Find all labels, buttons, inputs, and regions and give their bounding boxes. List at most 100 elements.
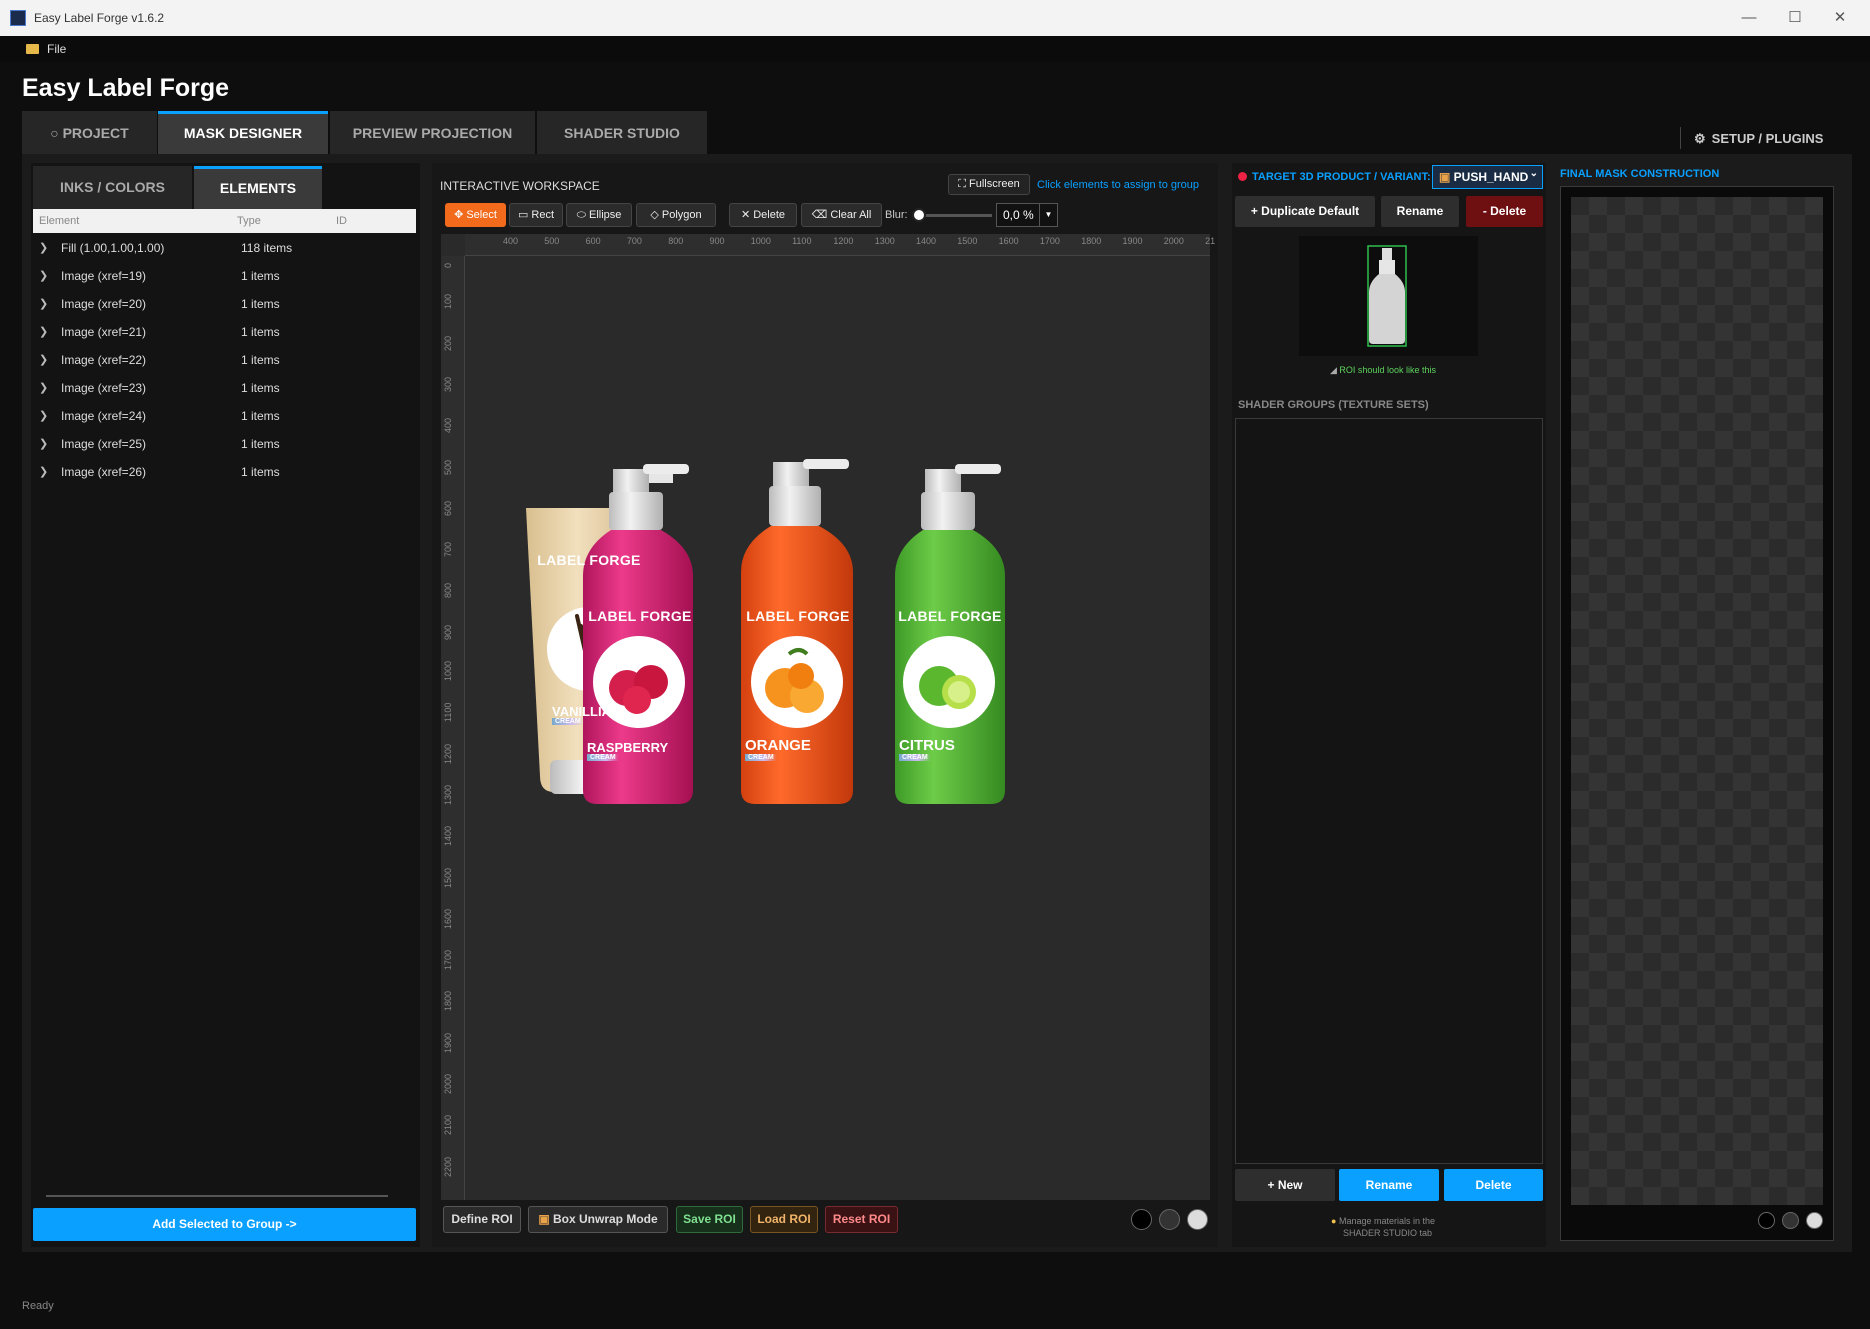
maximize-icon[interactable]: ☐ (1780, 6, 1810, 30)
ruler-tick-label: 400 (503, 236, 519, 246)
chevron-right-icon[interactable]: ❯ (39, 269, 48, 282)
element-name: Image (xref=20) (61, 297, 147, 311)
select-tool-button[interactable]: ✥ Select (445, 203, 506, 227)
tab-elements[interactable]: ELEMENTS (194, 166, 322, 209)
table-row[interactable]: ❯ Image (xref=25) 1 items (33, 430, 416, 458)
ruler-tick-label: 1700 (1039, 236, 1060, 246)
reset-roi-button[interactable]: Reset ROI (825, 1206, 898, 1233)
products-artwork (526, 459, 1005, 804)
ruler-tick-label: 600 (443, 500, 453, 516)
variant-select[interactable]: ▣ PUSH_HAND ⌄ (1432, 165, 1543, 189)
target-icon (1238, 172, 1247, 181)
ruler-tick-label: 1000 (443, 660, 453, 681)
mask-bg-gray-swatch[interactable] (1782, 1212, 1799, 1229)
chevron-right-icon[interactable]: ❯ (39, 353, 48, 366)
final-mask-canvas[interactable] (1571, 197, 1823, 1205)
add-selected-to-group-button[interactable]: Add Selected to Group -> (33, 1208, 416, 1241)
table-row[interactable]: ❯ Image (xref=21) 1 items (33, 318, 416, 346)
tab-project[interactable]: ○ PROJECT (22, 111, 157, 154)
ruler-tick-label: 1100 (443, 702, 453, 723)
chevron-right-icon[interactable]: ❯ (39, 297, 48, 310)
ruler-tick-label: 1000 (750, 236, 771, 246)
tab-preview-projection[interactable]: PREVIEW PROJECTION (330, 111, 535, 154)
variant-value: PUSH_HAND (1453, 170, 1529, 184)
ruler-tick-label: 2100 (443, 1115, 453, 1136)
shader-groups-label: SHADER GROUPS (TEXTURE SETS) (1238, 399, 1429, 411)
ruler-tick-label: 900 (709, 236, 725, 246)
menu-file[interactable]: File (47, 42, 66, 56)
element-count: 1 items (241, 325, 280, 339)
column-header[interactable]: Type (237, 215, 261, 227)
rect-label: Rect (531, 209, 555, 221)
product-scene[interactable]: LABEL FORGE VANILLIA CREAM LABEL FORGE R… (465, 256, 1210, 1200)
table-row[interactable]: ❯ Image (xref=20) 1 items (33, 290, 416, 318)
bg-gray-swatch[interactable] (1159, 1209, 1180, 1230)
chevron-right-icon[interactable]: ❯ (39, 409, 48, 422)
ellipse-tool-button[interactable]: ⬭ Ellipse (566, 203, 632, 227)
delete-tool-button[interactable]: ✕ Delete (729, 203, 797, 227)
polygon-tool-button[interactable]: ◇ Polygon (636, 203, 716, 227)
table-row[interactable]: ❯ Image (xref=22) 1 items (33, 346, 416, 374)
save-roi-button[interactable]: Save ROI (676, 1206, 743, 1233)
ellipse-icon: ⬭ (576, 209, 590, 221)
mask-bg-white-swatch[interactable] (1806, 1212, 1823, 1229)
delete-group-button[interactable]: Delete (1444, 1169, 1543, 1201)
setup-label: SETUP / PLUGINS (1711, 131, 1824, 146)
load-roi-button[interactable]: Load ROI (750, 1206, 818, 1233)
chevron-right-icon[interactable]: ❯ (39, 241, 48, 254)
chevron-right-icon[interactable]: ❯ (39, 381, 48, 394)
new-group-button[interactable]: + New (1235, 1169, 1335, 1201)
rename-variant-button[interactable]: Rename (1381, 196, 1459, 227)
box-unwrap-button[interactable]: ▣ Box Unwrap Mode (528, 1206, 668, 1233)
ruler-tick-label: 0 (443, 262, 453, 268)
gear-icon: ⚙ (1694, 131, 1706, 146)
define-roi-button[interactable]: Define ROI (443, 1206, 521, 1233)
element-name: Image (xref=19) (61, 269, 147, 283)
duplicate-default-button[interactable]: + Duplicate Default (1235, 196, 1375, 227)
horizontal-scrollbar[interactable] (46, 1195, 388, 1197)
bg-black-swatch[interactable] (1131, 1209, 1152, 1230)
box-icon: ▣ (538, 1212, 553, 1226)
product-name: RASPBERRY (587, 740, 669, 755)
mask-bg-black-swatch[interactable] (1758, 1212, 1775, 1229)
folder-icon (26, 44, 39, 54)
clear-all-button[interactable]: ⌫ Clear All (801, 203, 882, 227)
rename-group-button[interactable]: Rename (1339, 1169, 1439, 1201)
table-row[interactable]: ❯ Image (xref=19) 1 items (33, 262, 416, 290)
column-header[interactable]: Element (39, 215, 79, 227)
tab-mask-designer[interactable]: MASK DESIGNER (158, 111, 328, 154)
minimize-icon[interactable]: — (1734, 6, 1764, 30)
x-icon: ✕ (740, 209, 754, 221)
bg-white-swatch[interactable] (1187, 1209, 1208, 1230)
select-icon: ✥ (454, 209, 467, 221)
shader-groups-list[interactable] (1235, 418, 1543, 1164)
tab-inks-colors[interactable]: INKS / COLORS (33, 166, 192, 209)
ruler-tick-label: 800 (443, 583, 453, 599)
blur-slider-handle[interactable] (912, 208, 926, 222)
element-count: 118 items (241, 241, 293, 255)
chevron-right-icon[interactable]: ❯ (39, 465, 48, 478)
element-count: 1 items (241, 437, 280, 451)
fullscreen-button[interactable]: ⛶ Fullscreen (948, 174, 1030, 195)
blur-value-input[interactable]: 0,0 % ▼ (996, 203, 1058, 227)
ruler-tick-label: 400 (443, 418, 453, 434)
tab-shader-studio[interactable]: SHADER STUDIO (537, 111, 707, 154)
close-icon[interactable]: ✕ (1825, 6, 1855, 30)
column-header[interactable]: ID (336, 215, 347, 227)
delete-variant-button[interactable]: - Delete (1466, 196, 1543, 227)
table-row[interactable]: ❯ Image (xref=23) 1 items (33, 374, 416, 402)
product-sub: CREAM (552, 718, 584, 725)
chevron-right-icon[interactable]: ❯ (39, 437, 48, 450)
bottle-preview (1367, 245, 1407, 347)
blur-slider[interactable] (918, 214, 992, 217)
rect-tool-button[interactable]: ▭ Rect (509, 203, 563, 227)
table-row[interactable]: ❯ Fill (1.00,1.00,1.00) 118 items (33, 234, 416, 262)
chevron-right-icon[interactable]: ❯ (39, 325, 48, 338)
setup-plugins-button[interactable]: ⚙ SETUP / PLUGINS (1680, 127, 1824, 149)
product-name: VANILLIA (552, 704, 611, 719)
table-row[interactable]: ❯ Image (xref=24) 1 items (33, 402, 416, 430)
chevron-down-icon[interactable]: ▼ (1039, 204, 1057, 226)
element-name: Image (xref=25) (61, 437, 147, 451)
table-row[interactable]: ❯ Image (xref=26) 1 items (33, 458, 416, 486)
clear-all-label: Clear All (830, 209, 872, 221)
